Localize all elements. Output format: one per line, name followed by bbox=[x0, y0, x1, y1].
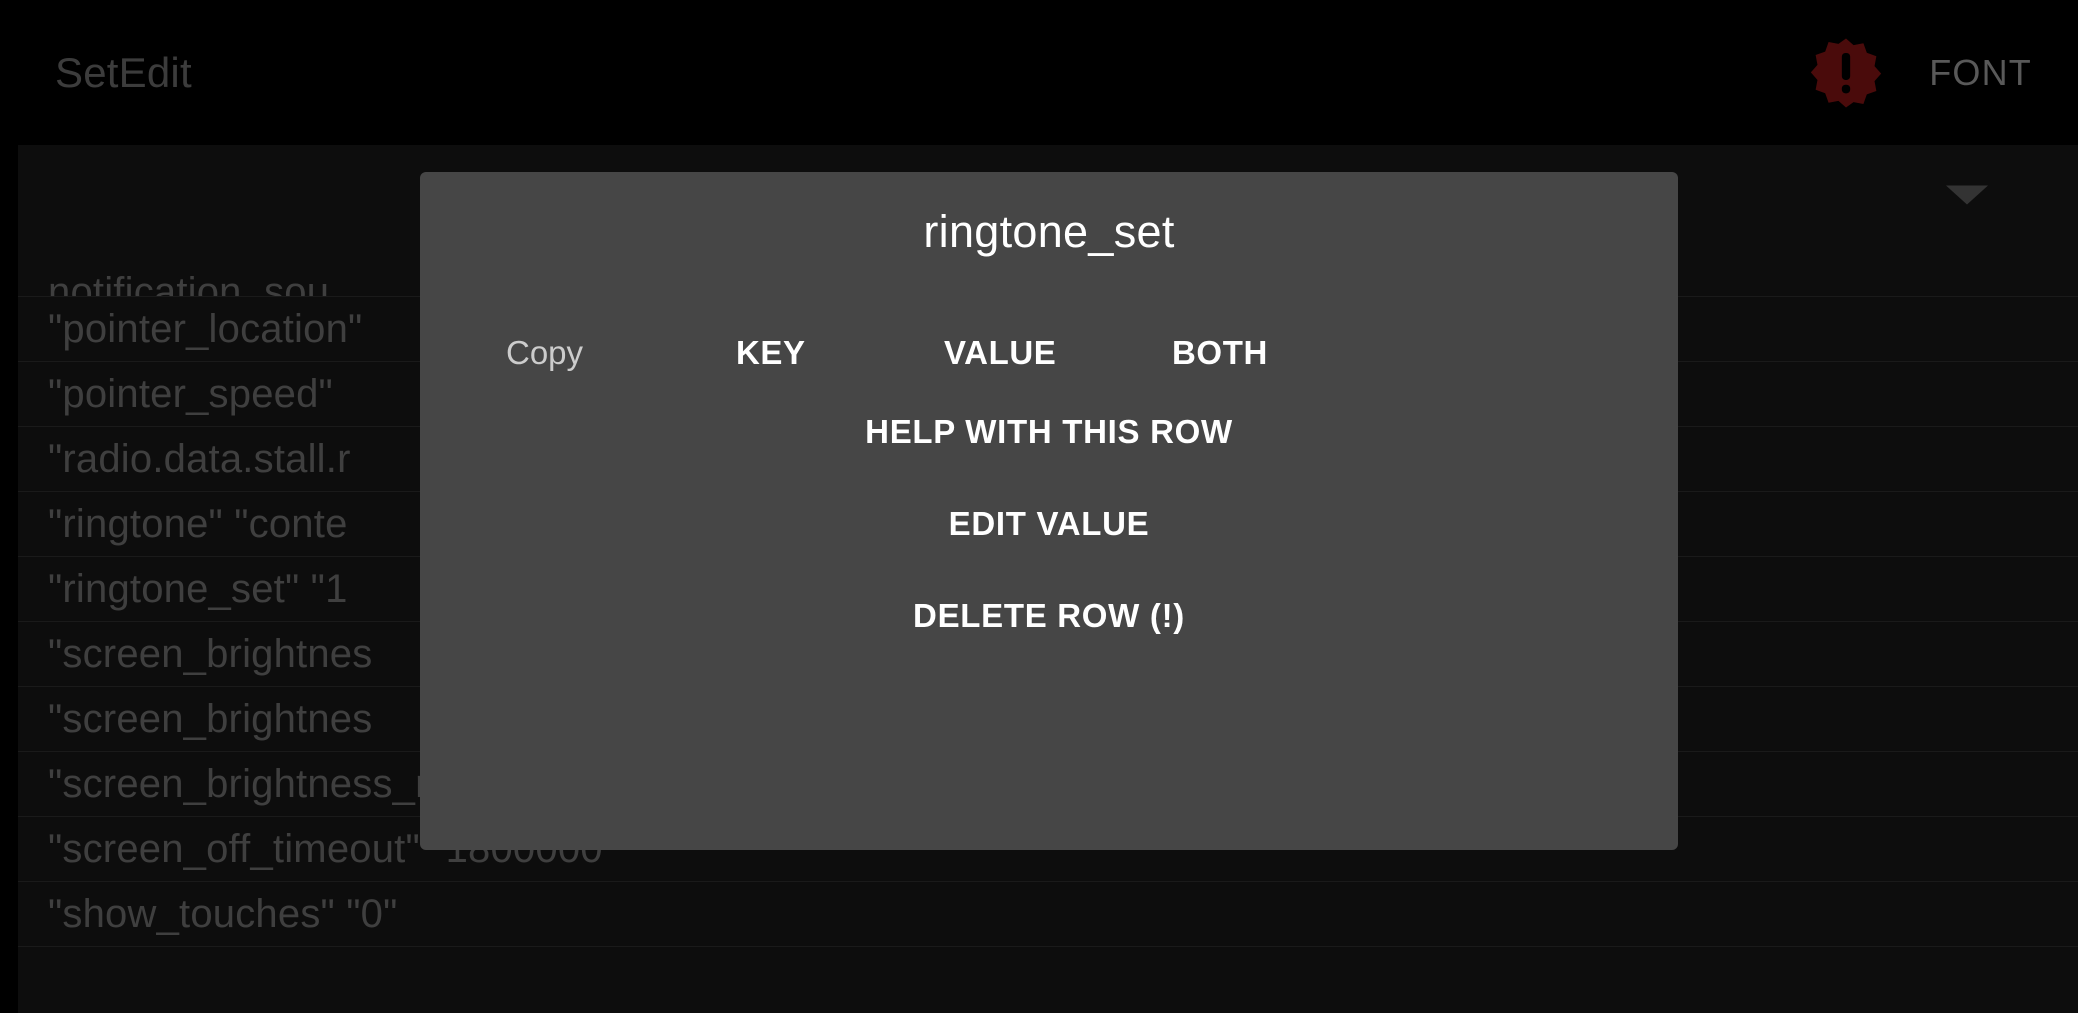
copy-key-button[interactable]: KEY bbox=[736, 334, 806, 372]
help-with-this-row-button[interactable]: HELP WITH THIS ROW bbox=[420, 413, 1678, 451]
copy-both-button[interactable]: BOTH bbox=[1172, 334, 1268, 372]
dialog-title: ringtone_set bbox=[923, 206, 1175, 257]
copy-value-button[interactable]: VALUE bbox=[944, 334, 1056, 372]
copy-label: Copy bbox=[506, 334, 584, 371]
copy-actions-row: Copy KEY VALUE BOTH bbox=[420, 324, 1678, 382]
delete-row-button[interactable]: DELETE ROW (!) bbox=[420, 597, 1678, 635]
row-actions-dialog: ringtone_set Copy KEY VALUE BOTH HELP WI… bbox=[420, 172, 1678, 850]
edit-value-button[interactable]: EDIT VALUE bbox=[420, 505, 1678, 543]
